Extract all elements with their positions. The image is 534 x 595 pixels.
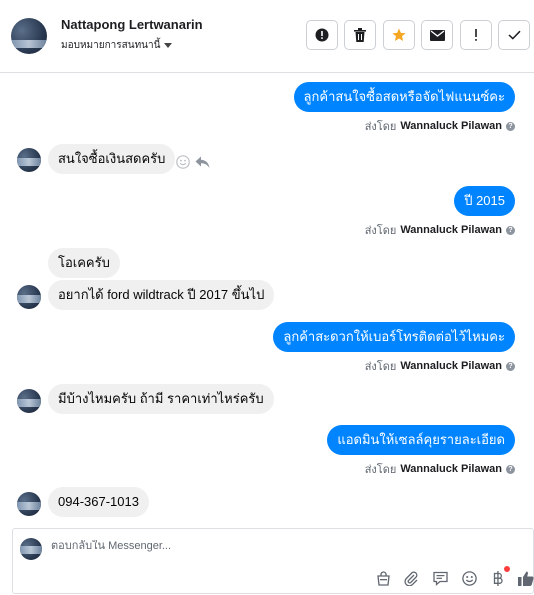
delete-button[interactable] [344,20,376,50]
incoming-message[interactable]: สนใจซื้อเงินสดครับ [48,144,176,174]
mail-icon [429,29,445,41]
alert-button[interactable] [306,20,338,50]
emoji-button[interactable] [460,569,478,587]
outgoing-message[interactable]: ลูกค้าสะดวกให้เบอร์โทรติดต่อไว้ไหมคะ [273,322,515,352]
sent-by-agent: Wannaluck Pilawan [400,463,502,475]
contact-avatar[interactable] [17,148,41,172]
sent-by-label: ส่งโดย Wannaluck Pilawan? [365,221,515,239]
assign-conversation-dropdown[interactable]: มอบหมายการสนทนานี้ [61,38,173,53]
outgoing-message[interactable]: ปี 2015 [454,186,515,216]
sent-by-agent: Wannaluck Pilawan [400,360,502,372]
react-emoji-icon[interactable] [176,155,190,169]
sent-by-prefix: ส่งโดย [364,121,397,133]
contact-avatar[interactable] [11,18,47,54]
contact-avatar[interactable] [17,492,41,516]
sent-by-label: ส่งโดย Wannaluck Pilawan? [365,357,515,375]
page-avatar [20,538,42,560]
attach-icon [403,571,417,586]
sent-by-prefix: ส่งโดย [364,225,397,237]
sent-by-prefix: ส่งโดย [364,361,397,373]
outgoing-message[interactable]: ลูกค้าสนใจซื้อสดหรือจัดไฟแนนซ์คะ [293,82,515,112]
like-icon [518,571,534,586]
attach-button[interactable] [402,569,420,587]
outgoing-message[interactable]: แอดมินให้เซลล์คุยรายละเอียด [327,425,515,455]
mark-spam-button[interactable] [460,20,492,50]
saved-reply-icon [432,571,448,586]
incoming-message[interactable]: มีบ้างไหมครับ ถ้ามี ราคาเท่าไหร่ครับ [48,384,274,414]
sent-by-label: ส่งโดย Wannaluck Pilawan? [365,117,515,135]
payment-button[interactable] [489,569,507,587]
shop-icon [376,570,390,586]
sent-by-agent: Wannaluck Pilawan [400,224,502,236]
star-button[interactable] [383,20,415,50]
reply-icon[interactable] [195,156,210,169]
incoming-message[interactable]: โอเคครับ [48,248,120,278]
sent-by-label: ส่งโดย Wannaluck Pilawan? [365,460,515,478]
assign-label: มอบหมายการสนทนานี้ [61,40,161,51]
message-button[interactable] [421,20,453,50]
contact-avatar[interactable] [17,389,41,413]
sent-by-prefix: ส่งโดย [364,464,397,476]
emoji-icon [461,570,477,586]
sent-by-agent: Wannaluck Pilawan [400,120,502,132]
star-icon [392,28,406,41]
contact-avatar[interactable] [17,285,41,309]
alert-icon [315,28,329,42]
shop-button[interactable] [374,569,392,587]
help-icon[interactable]: ? [506,225,515,235]
incoming-message[interactable]: อยากได้ ford wildtrack ปี 2017 ขึ้นไป [48,280,275,310]
saved-reply-button[interactable] [431,569,449,587]
help-icon[interactable]: ? [506,464,515,474]
help-icon[interactable]: ? [506,121,515,131]
conversation-header: Nattapong Lertwanarin มอบหมายการสนทนานี้ [0,0,534,73]
help-icon[interactable]: ? [506,361,515,371]
contact-name[interactable]: Nattapong Lertwanarin [61,17,203,32]
incoming-message[interactable]: 094-367-1013 [48,487,149,517]
reply-input[interactable] [51,540,351,552]
mark-done-button[interactable] [498,20,530,50]
check-icon [507,30,521,40]
reply-composer [12,528,534,594]
baht-icon [493,570,503,586]
exclamation-icon [475,29,477,41]
notification-dot [504,566,510,572]
trash-icon [354,28,366,42]
chevron-down-icon [164,42,173,48]
like-button[interactable] [517,569,534,587]
